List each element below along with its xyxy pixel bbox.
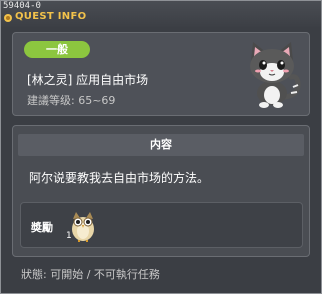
quest-name: [林之灵] 应用自由市场 (27, 73, 149, 87)
quest-status: 狀態: 可開始 / 不可執行任務 (21, 268, 160, 281)
content-header: 内容 (18, 134, 304, 156)
reward-box: 奬勵 1 (20, 202, 303, 248)
reward-label: 奬勵 (31, 221, 53, 234)
recommended-level: 建議等级: 65~69 (27, 94, 116, 107)
content-panel: 内容 阿尔说要教我去自由市场的方法。 奬勵 1 (12, 125, 310, 257)
window-title: QUEST INFO (15, 11, 87, 22)
quest-title-icon (4, 14, 12, 22)
npc-cat-icon (250, 42, 301, 108)
owl-icon (72, 212, 94, 242)
quest-id: 59404-0 (3, 1, 41, 11)
category-badge: 一般 (24, 41, 90, 58)
title-bar[interactable]: 59404-0 QUEST INFO (1, 1, 321, 27)
quest-info-window: 59404-0 QUEST INFO 一般 [林之灵] 应用自由市场 建議等级:… (0, 0, 322, 294)
quest-description: 阿尔说要教我去自由市场的方法。 (29, 171, 210, 185)
quest-summary-panel: 一般 [林之灵] 应用自由市场 建議等级: 65~69 (12, 32, 310, 116)
reward-item-count: 1 (66, 231, 72, 241)
reward-item-slot[interactable]: 1 (66, 209, 98, 243)
